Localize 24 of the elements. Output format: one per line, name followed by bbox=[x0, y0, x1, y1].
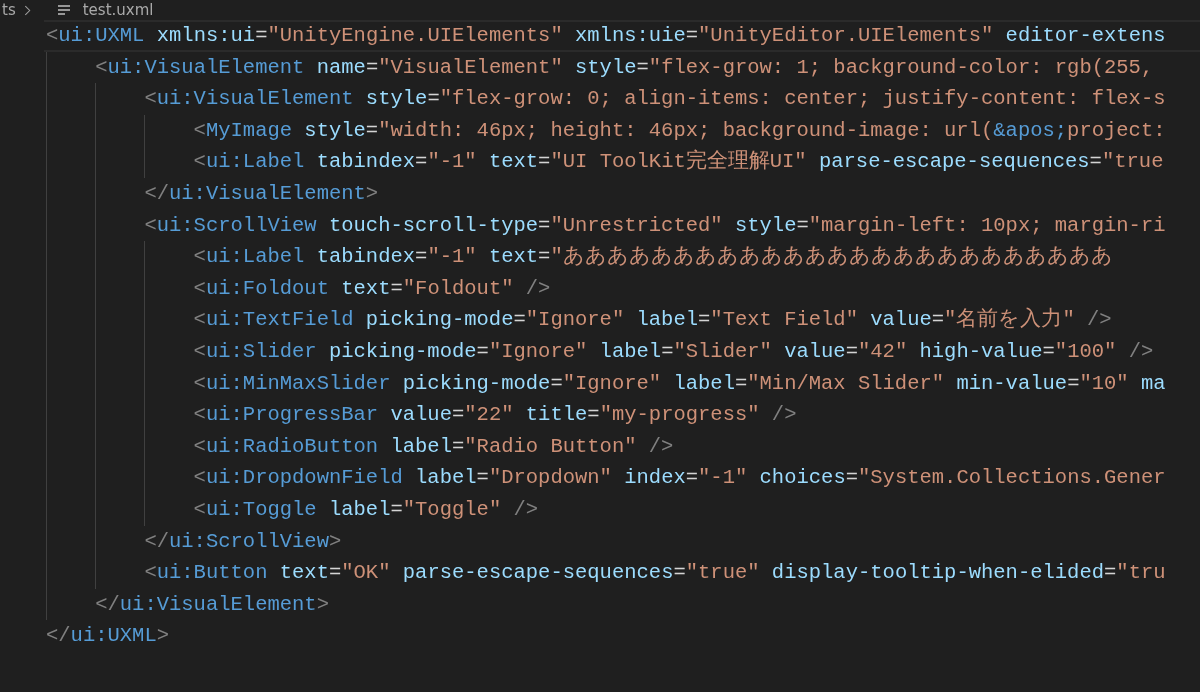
code-line: <ui:Button text="OK" parse-escape-sequences="true" display-tooltip-when-elided="tru bbox=[144, 560, 1167, 587]
code-line: <ui:Label tabindex="-1" text="あああああああああああああああああああああああああ bbox=[193, 244, 1114, 271]
code-line: <ui:VisualElement style="flex-grow: 0; align-items: center; justify-content: flex-s bbox=[144, 86, 1167, 113]
code-line: <ui:VisualElement name="VisualElement" style="flex-grow: 1; background-color: rgb(255, bbox=[95, 54, 1155, 81]
breadcrumb-item[interactable]: ts bbox=[2, 1, 16, 19]
breadcrumb-item[interactable]: test.uxml bbox=[82, 1, 154, 19]
code-line: <ui:DropdownField label="Dropdown" index="-1" choices="System.Collections.Gener bbox=[193, 465, 1167, 492]
code-line: <ui:UXML xmlns:ui="UnityEngine.UIElements" xmlns:uie="UnityEditor.UIElements" editor-extens bbox=[44, 20, 1200, 52]
code-line: <ui:ScrollView touch-scroll-type="Unrestricted" style="margin-left: 10px; margin-ri bbox=[144, 212, 1167, 239]
code-line: </ui:UXML> bbox=[46, 623, 171, 650]
lines-icon bbox=[56, 4, 71, 16]
code-line: <ui:MinMaxSlider picking-mode="Ignore" label="Min/Max Slider" min-value="10" ma bbox=[193, 370, 1167, 397]
code-line: </ui:ScrollView> bbox=[144, 528, 343, 555]
code-line: <ui:Toggle label="Toggle" /> bbox=[193, 496, 540, 523]
code-line: <ui:RadioButton label="Radio Button" /> bbox=[193, 433, 675, 460]
code-line: <MyImage style="width: 46px; height: 46px; background-image: url(&apos;project: bbox=[193, 117, 1167, 144]
code-line: </ui:VisualElement> bbox=[144, 180, 380, 207]
code-line: <ui:Foldout text="Foldout" /> bbox=[193, 275, 552, 302]
code-line: <ui:Label tabindex="-1" text="UI ToolKit完全理解UI" parse-escape-sequences="true bbox=[193, 148, 1165, 176]
chevron-icon bbox=[23, 4, 31, 16]
code-line: <ui:Slider picking-mode="Ignore" label="Slider" value="42" high-value="100" /> bbox=[193, 338, 1155, 365]
code-line: <ui:ProgressBar value="22" title="my-progress" /> bbox=[193, 402, 798, 429]
code-line: </ui:VisualElement> bbox=[95, 591, 330, 618]
code-line: <ui:TextField picking-mode="Ignore" label="Text Field" value="名前を入力" /> bbox=[193, 306, 1113, 334]
